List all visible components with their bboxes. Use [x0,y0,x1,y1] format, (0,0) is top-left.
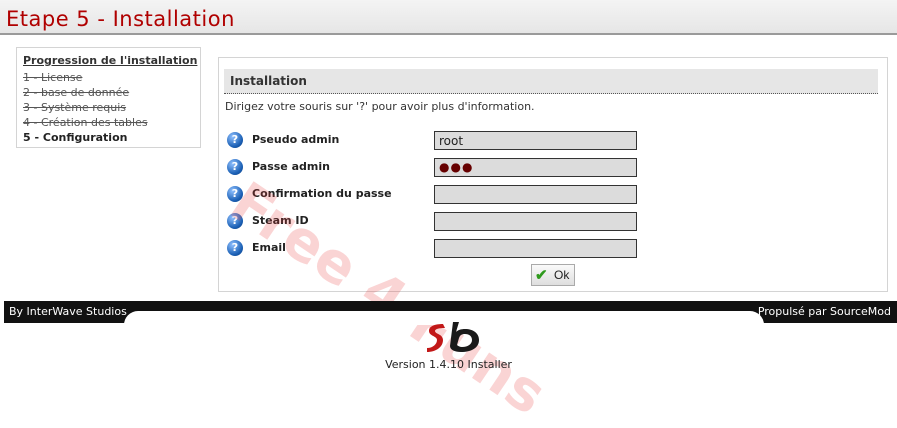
field-row-confirmation: ? Confirmation du passe [227,185,877,207]
progress-step-4: 4 - Création des tables [23,116,148,129]
progress-title: Progression de l'installation [23,54,198,67]
steam-id-input[interactable] [434,212,637,231]
ok-button[interactable]: ✔ Ok [531,264,575,286]
installation-progress-box: Progression de l'installation 1 - Licens… [16,47,201,148]
field-row-passe-admin: ? Passe admin ●●● [227,158,877,180]
progress-step-5: 5 - Configuration [23,131,128,144]
help-icon[interactable]: ? [227,159,243,175]
footer-powered-by: Propulsé par SourceMod [757,305,891,318]
field-row-steam-id: ? Steam ID [227,212,877,234]
field-row-email: ? Email [227,239,877,261]
sourcebans-logo [427,322,479,352]
progress-step-3: 3 - Système requis [23,101,127,114]
panel-header: Installation [224,69,878,94]
confirmation-label: Confirmation du passe [252,187,392,200]
checkmark-icon: ✔ [535,267,548,284]
page-title: Etape 5 - Installation [6,7,235,31]
passe-admin-input[interactable]: ●●● [434,158,637,177]
steam-id-label: Steam ID [252,214,309,227]
help-icon[interactable]: ? [227,213,243,229]
help-icon[interactable]: ? [227,240,243,256]
pseudo-admin-input[interactable] [434,131,637,150]
version-text: Version 1.4.10 Installer [385,358,512,371]
help-icon[interactable]: ? [227,132,243,148]
progress-step-2: 2 - base de donnée [23,86,130,99]
field-row-pseudo-admin: ? Pseudo admin [227,131,877,153]
ok-label: Ok [554,268,570,282]
progress-step-1: 1 - License [23,71,83,84]
pseudo-admin-label: Pseudo admin [252,133,340,146]
confirmation-input[interactable] [434,185,637,204]
installation-panel: Installation Dirigez votre souris sur '?… [218,57,888,292]
title-bar: Etape 5 - Installation [0,0,897,35]
passe-admin-label: Passe admin [252,160,330,173]
email-label: Email [252,241,286,254]
panel-heading: Installation [230,74,307,88]
help-icon[interactable]: ? [227,186,243,202]
email-input[interactable] [434,239,637,258]
help-hint: Dirigez votre souris sur '?' pour avoir … [225,100,535,113]
footer-credit: By InterWave Studios [9,305,127,318]
